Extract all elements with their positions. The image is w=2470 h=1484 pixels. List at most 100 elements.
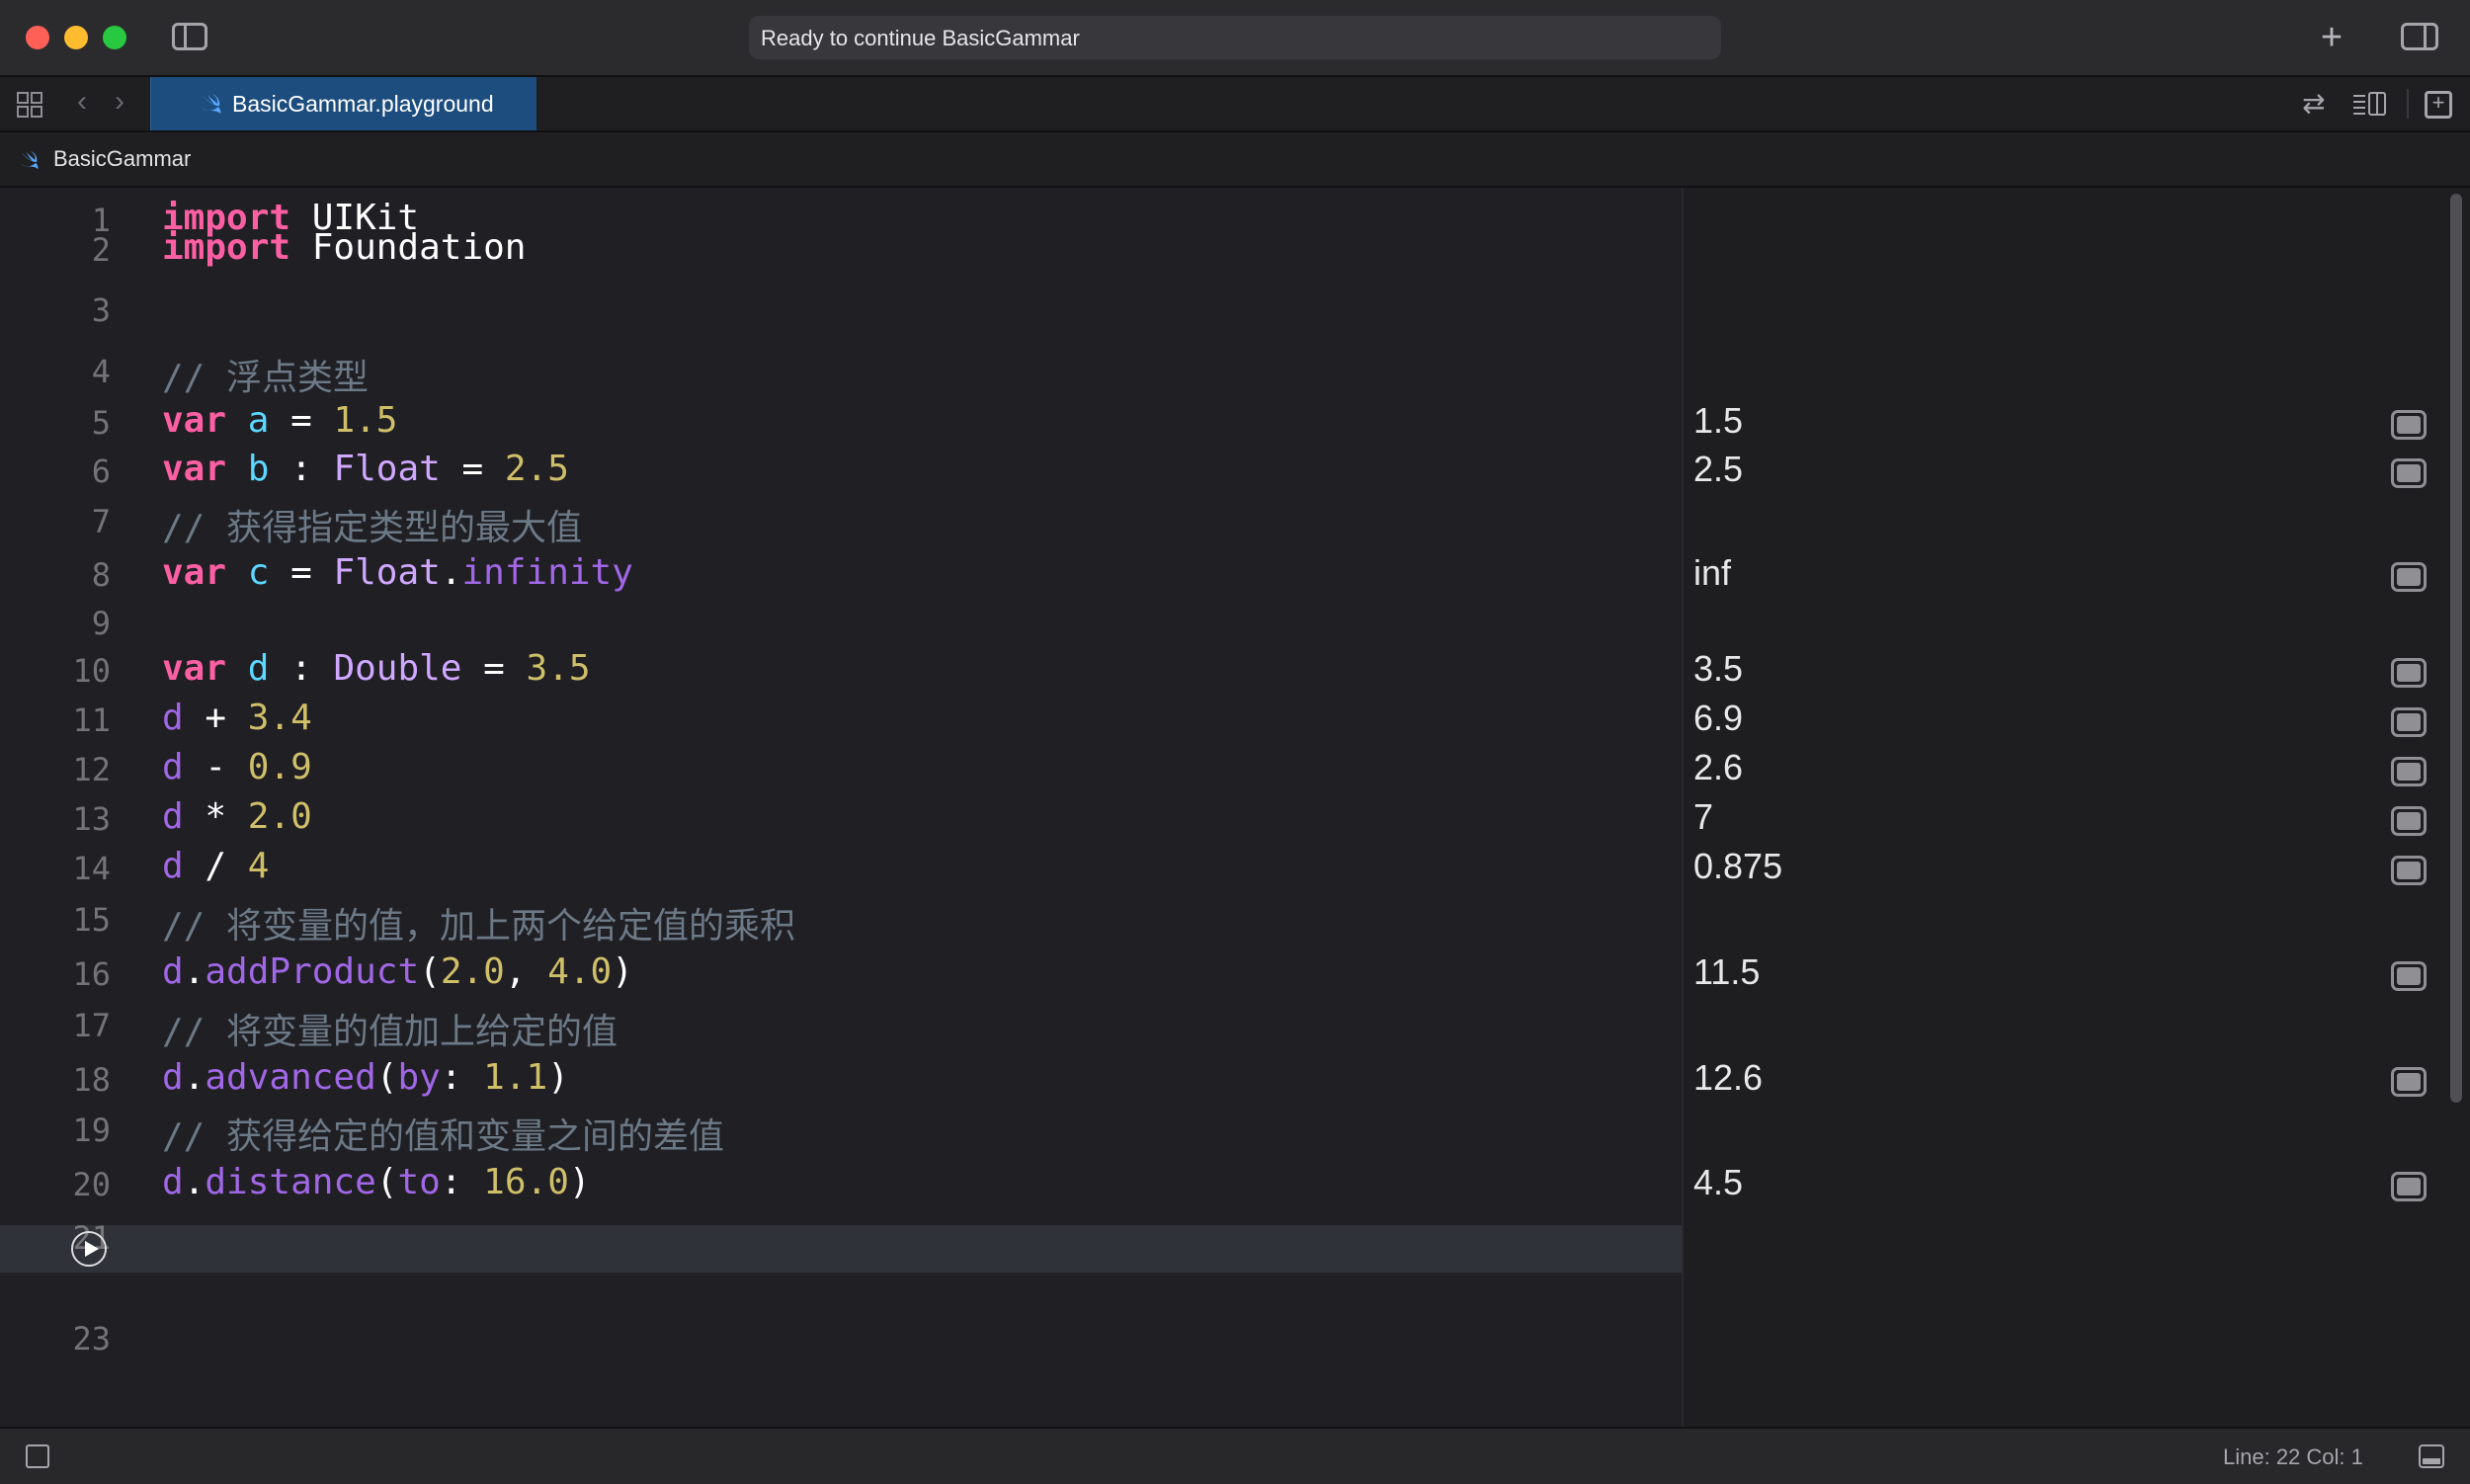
code-line[interactable]: // 浮点类型 — [162, 349, 369, 400]
code-line[interactable]: var d : Double = 3.5 — [162, 648, 591, 689]
line-number: 3 — [91, 291, 111, 329]
quick-look-icon[interactable] — [2391, 1172, 2427, 1201]
swift-icon — [19, 150, 39, 170]
code-token-plain: : — [440, 1162, 484, 1202]
swap-editors-icon[interactable]: ⇄ — [2302, 89, 2325, 119]
chevron-left-icon[interactable]: ‹ — [77, 87, 87, 117]
run-play-icon[interactable] — [71, 1231, 107, 1267]
code-token-cmt: // 将变量的值加上给定的值 — [162, 1012, 618, 1052]
code-token-kw: var — [162, 648, 227, 689]
minimize-window-icon[interactable] — [64, 26, 88, 49]
inspector-toggle-icon[interactable] — [2401, 23, 2438, 50]
activity-view: Ready to continue BasicGammar — [749, 16, 1721, 59]
zoom-window-icon[interactable] — [103, 26, 126, 49]
code-line[interactable]: d.distance(to: 16.0) — [162, 1162, 591, 1202]
sidebar-toggle-icon[interactable] — [172, 23, 207, 50]
code-token-cmt: // 获得指定类型的最大值 — [162, 508, 583, 548]
code-line[interactable]: d.advanced(by: 1.1) — [162, 1057, 569, 1098]
quick-look-icon[interactable] — [2391, 1067, 2427, 1097]
tab-bar: ‹ › BasicGammar.playground ⇄ — [0, 77, 2470, 132]
code-token-prop: distance — [205, 1162, 376, 1202]
code-token-plain: - — [183, 747, 248, 787]
code-token-var: d — [247, 648, 270, 689]
add-editor-icon[interactable] — [2425, 90, 2452, 119]
line-number: 6 — [91, 453, 111, 490]
line-number: 23 — [72, 1320, 111, 1358]
code-token-prop: d — [162, 1162, 184, 1202]
code-token-type: Float — [333, 449, 441, 489]
debug-area-checkbox[interactable] — [26, 1444, 49, 1468]
code-token-prop: advanced — [205, 1057, 376, 1098]
quick-look-icon[interactable] — [2391, 757, 2427, 786]
code-token-num: 16.0 — [483, 1162, 569, 1202]
line-number: 9 — [91, 605, 111, 642]
current-line-highlight — [0, 1225, 1682, 1273]
chevron-right-icon[interactable]: › — [115, 87, 124, 117]
code-token-var: c — [247, 552, 270, 593]
code-token-num: 1.5 — [333, 400, 398, 441]
quick-look-icon[interactable] — [2391, 707, 2427, 737]
close-window-icon[interactable] — [26, 26, 49, 49]
code-line[interactable]: d - 0.9 — [162, 747, 312, 787]
line-number: 10 — [72, 652, 111, 690]
result-value: 7 — [1693, 796, 1714, 837]
line-number: 2 — [91, 231, 111, 269]
result-value: 12.6 — [1693, 1057, 1764, 1098]
code-token-prop: by — [397, 1057, 441, 1098]
code-line[interactable]: // 获得给定的值和变量之间的差值 — [162, 1108, 724, 1159]
quick-look-icon[interactable] — [2391, 961, 2427, 991]
quick-look-icon[interactable] — [2391, 562, 2427, 592]
line-number: 12 — [72, 751, 111, 788]
line-number: 15 — [72, 901, 111, 939]
code-line[interactable]: d / 4 — [162, 846, 269, 886]
code-token-plain: ) — [568, 1162, 591, 1202]
code-token-plain: + — [183, 698, 248, 738]
code-line[interactable]: // 获得指定类型的最大值 — [162, 499, 582, 550]
line-number: 18 — [72, 1061, 111, 1099]
code-token-plain: : — [269, 449, 334, 489]
code-token-plain: . — [183, 1057, 206, 1098]
code-token-cmt: // 浮点类型 — [162, 358, 370, 398]
code-token-plain: : — [440, 1057, 484, 1098]
code-line[interactable]: d.addProduct(2.0, 4.0) — [162, 951, 633, 992]
code-line[interactable]: // 将变量的值，加上两个给定值的乘积 — [162, 897, 795, 948]
line-number: 14 — [72, 850, 111, 887]
quick-look-icon[interactable] — [2391, 856, 2427, 885]
line-number: 11 — [72, 701, 111, 739]
code-line[interactable]: // 将变量的值加上给定的值 — [162, 1003, 618, 1054]
line-number: 7 — [91, 503, 111, 540]
toggle-debug-area-icon[interactable] — [2419, 1444, 2444, 1468]
quick-look-icon[interactable] — [2391, 658, 2427, 688]
line-number: 5 — [91, 404, 111, 442]
quick-look-icon[interactable] — [2391, 458, 2427, 488]
code-token-num: 4.0 — [547, 951, 613, 992]
editor-options-icon[interactable] — [2351, 89, 2389, 119]
code-line[interactable]: import Foundation — [162, 227, 526, 268]
code-token-num: 2.0 — [440, 951, 505, 992]
code-line[interactable]: d * 2.0 — [162, 796, 312, 837]
code-line[interactable]: var b : Float = 2.5 — [162, 449, 569, 489]
code-line[interactable]: d + 3.4 — [162, 698, 312, 738]
breadcrumb[interactable]: BasicGammar — [53, 146, 191, 172]
plus-icon[interactable]: + — [2316, 18, 2347, 57]
quick-look-icon[interactable] — [2391, 806, 2427, 836]
related-items-grid-icon[interactable] — [16, 91, 43, 119]
result-value: 0.875 — [1693, 846, 1783, 886]
result-value: 6.9 — [1693, 698, 1744, 738]
code-token-plain: ( — [375, 1162, 398, 1202]
status-bar: Line: 22 Col: 1 — [0, 1427, 2470, 1484]
code-token-plain: ( — [419, 951, 441, 992]
code-token-prop: d — [162, 698, 184, 738]
code-token-plain: ( — [375, 1057, 398, 1098]
code-line[interactable]: var c = Float.infinity — [162, 552, 633, 593]
code-line[interactable]: var a = 1.5 — [162, 400, 397, 441]
code-token-plain: = — [440, 449, 505, 489]
code-token-kw: var — [162, 552, 227, 593]
quick-look-icon[interactable] — [2391, 410, 2427, 440]
scrollbar-thumb[interactable] — [2450, 194, 2462, 1103]
code-token-plain: * — [183, 796, 248, 837]
tab-basicgammar-playground[interactable]: BasicGammar.playground — [150, 77, 536, 130]
